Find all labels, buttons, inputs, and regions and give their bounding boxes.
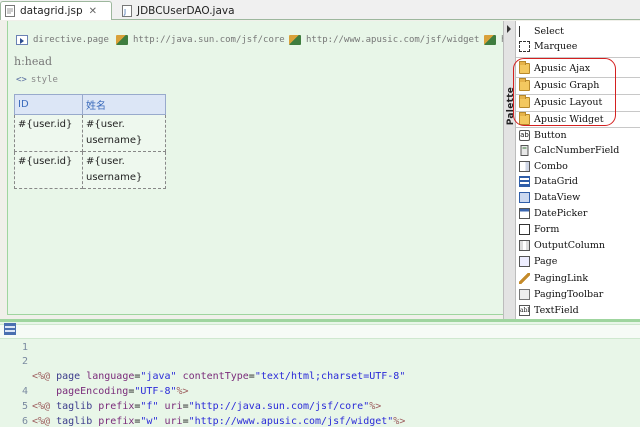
taglib-icon — [289, 35, 301, 45]
column-icon — [519, 240, 530, 251]
palette-item-calcnumberfield[interactable]: CalcNumberField — [519, 143, 619, 158]
code-line: 5 <%@ taglib prefix="w" uri="http://www.… — [0, 384, 640, 427]
palette-item-label: Page — [534, 256, 558, 267]
datepicker-icon — [519, 208, 530, 219]
cell-user-username[interactable]: #{user. username} — [82, 151, 166, 189]
close-icon[interactable]: ✕ — [89, 6, 97, 17]
marquee-icon — [519, 41, 530, 52]
textfield-icon: abl — [519, 305, 530, 316]
table-row: #{user.id} #{user. username} — [14, 114, 166, 152]
column-header-name[interactable]: 姓名 — [82, 94, 166, 115]
directive-icon — [16, 35, 28, 45]
style-label: style — [30, 75, 58, 85]
cursor-arrow-icon — [519, 26, 530, 37]
button-icon: ab — [519, 130, 530, 141]
datagrid-preview[interactable]: ID 姓名 #{user.id} #{user. username} #{use… — [14, 94, 166, 189]
link-icon — [519, 273, 530, 284]
datagrid-header-row: ID 姓名 — [14, 94, 166, 115]
palette-item-form[interactable]: Form — [519, 222, 559, 237]
source-editor[interactable]: 1 2 <%@ page language="java" contentType… — [0, 322, 640, 427]
dataview-icon — [519, 192, 530, 203]
palette-item-datagrid[interactable]: DataGrid — [519, 174, 578, 189]
palette-item-pagingtoolbar[interactable]: PagingToolbar — [519, 287, 603, 302]
taglib-widget-item[interactable]: http://www.apusic.com/jsf/widget — [289, 35, 479, 45]
directive-label: directive.page — [33, 35, 109, 45]
palette-item-label: DatePicker — [534, 208, 588, 219]
cell-user-id[interactable]: #{user.id} — [14, 151, 83, 189]
calc-field-icon — [519, 145, 530, 156]
palette-item-label: DataView — [534, 192, 581, 203]
angle-brackets-icon: <> — [16, 75, 27, 85]
editor-tab-bar: datagrid.jsp ✕ J JDBCUserDAO.java — [0, 0, 640, 20]
directive-page-item[interactable]: directive.page — [16, 35, 109, 45]
palette-item-outputcolumn[interactable]: OutputColumn — [519, 238, 605, 253]
column-header-id[interactable]: ID — [14, 94, 83, 115]
palette-item-combo[interactable]: Combo — [519, 159, 568, 174]
palette-item-paginglink[interactable]: PagingLink — [519, 271, 588, 286]
code-line: 1 — [0, 324, 640, 353]
taglib-label: http://www.apusic.com/jsf/widget — [306, 35, 480, 45]
palette-item-label: PagingToolbar — [534, 289, 604, 300]
cell-user-username[interactable]: #{user. username} — [82, 114, 166, 152]
code-line: 4 <%@ taglib prefix="f" uri="http://java… — [0, 369, 640, 412]
taglib-icon — [116, 35, 128, 45]
palette-tool-marquee[interactable]: Marquee — [519, 39, 577, 54]
design-view[interactable]: directive.page http://java.sun.com/jsf/c… — [7, 21, 506, 315]
palette-item-button[interactable]: ab Button — [519, 128, 567, 143]
page-icon — [519, 256, 530, 267]
hhead-element[interactable]: h:head — [14, 55, 52, 68]
palette-item-label: PagingLink — [534, 273, 589, 284]
java-file-icon: J — [122, 4, 133, 17]
combo-icon — [519, 161, 530, 172]
code-line: 6 <%@ taglib prefix="h" uri="http://java… — [0, 399, 640, 427]
palette-item-datepicker[interactable]: DatePicker — [519, 206, 587, 221]
cell-user-id[interactable]: #{user.id} — [14, 114, 83, 152]
palette-item-page[interactable]: Page — [519, 254, 557, 269]
taglib-label: http://java.sun.com/jsf/core — [133, 35, 285, 45]
palette-item-label: Marquee — [534, 41, 578, 52]
tab-datagrid-jsp[interactable]: datagrid.jsp ✕ — [0, 1, 112, 20]
svg-text:J: J — [123, 8, 126, 16]
palette-item-label: DataGrid — [534, 176, 579, 187]
code-line: pageEncoding="UTF-8"%> — [0, 354, 640, 397]
annotation-highlight-ellipse — [513, 58, 616, 126]
palette-item-dataview[interactable]: DataView — [519, 190, 580, 205]
palette-item-label: Combo — [534, 161, 568, 172]
directive-bar: directive.page http://java.sun.com/jsf/c… — [8, 21, 506, 55]
tab-label: JDBCUserDAO.java — [137, 4, 235, 17]
palette-item-textfield[interactable]: abl TextField — [519, 303, 579, 318]
toolbar-icon — [519, 289, 530, 300]
tab-jdbcuserdao-java[interactable]: J JDBCUserDAO.java — [118, 1, 238, 20]
palette-item-label: CalcNumberField — [534, 145, 620, 156]
palette-item-label: Form — [534, 224, 560, 235]
tab-label: datagrid.jsp — [20, 5, 83, 17]
style-element[interactable]: <> style — [16, 75, 58, 85]
collapse-arrow-icon[interactable] — [507, 25, 511, 33]
taglib-icon — [484, 35, 496, 45]
palette-tool-select[interactable]: Select — [519, 24, 564, 39]
table-row: #{user.id} #{user. username} — [14, 151, 166, 189]
palette-item-label: TextField — [534, 305, 579, 316]
palette-item-label: Select — [534, 26, 564, 37]
form-icon — [519, 224, 530, 235]
jsp-file-icon — [5, 5, 16, 17]
palette-item-label: Button — [534, 130, 567, 141]
palette-item-label: OutputColumn — [534, 240, 606, 251]
datagrid-icon — [519, 176, 530, 187]
source-view-icon — [4, 323, 16, 335]
code-line: 7 — [0, 414, 640, 427]
code-line: 2 <%@ page language="java" contentType="… — [0, 339, 640, 382]
taglib-core-item[interactable]: http://java.sun.com/jsf/core — [116, 35, 285, 45]
